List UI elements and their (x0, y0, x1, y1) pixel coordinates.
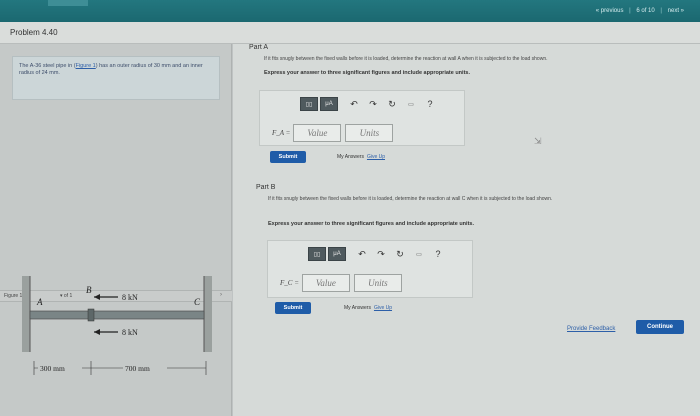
part-b-my-answers[interactable]: My Answers (344, 305, 371, 311)
wall-a (22, 276, 30, 352)
part-a-instruction: Express your answer to three significant… (264, 70, 470, 76)
answer-panel: Part A If it fits snugly between the fix… (233, 44, 700, 416)
next-link[interactable]: next » (668, 8, 684, 14)
part-a-answer-links: My Answers Give Up (337, 154, 385, 160)
continue-button[interactable]: Continue (636, 320, 684, 334)
part-a-variable: F_A = (272, 129, 291, 137)
part-a-label: Part A (249, 44, 269, 51)
keyboard-icon[interactable]: ▭ (406, 101, 416, 108)
part-b-answer-links: My Answers Give Up (344, 305, 392, 311)
redo-icon-b[interactable]: ↷ (376, 249, 386, 260)
title-bar: Problem 4.40 (0, 22, 700, 44)
problem-statement: The A-36 steel pipe in (Figure 1) has an… (19, 63, 215, 77)
collar-b (87, 308, 95, 322)
label-a: A (36, 297, 43, 307)
figure-link[interactable]: Figure 1 (76, 63, 96, 69)
part-b-input-row: F_C = Value Units (280, 274, 402, 292)
part-a-value-input[interactable]: Value (293, 124, 342, 142)
units-button-b[interactable]: μA (328, 247, 346, 261)
dim-left-label: 300 mm (40, 364, 65, 373)
header-tab[interactable] (48, 0, 88, 6)
part-a-input-row: F_A = Value Units (272, 124, 394, 142)
part-b-label: Part B (256, 184, 276, 191)
part-b-give-up[interactable]: Give Up (374, 305, 392, 311)
undo-icon-b[interactable]: ↶ (357, 249, 367, 260)
part-a-answer-box: ▯▯ μA ↶ ↷ ↻ ▭ ? F_A = Value Units (259, 90, 465, 146)
top-bar: « previous | 6 of 10 | next » (0, 0, 700, 22)
problem-counter: 6 of 10 (636, 8, 655, 14)
part-b-question: If it fits snugly between the fixed wall… (268, 196, 553, 202)
nav-separator: | (629, 8, 631, 14)
part-b-submit-button[interactable]: Submit (275, 302, 311, 314)
part-b-variable: F_C = (280, 279, 299, 287)
help-icon[interactable]: ? (425, 99, 435, 109)
part-b-toolbar: ▯▯ μA ↶ ↷ ↻ ▭ ? (308, 245, 443, 263)
problem-title: Problem 4.40 (10, 28, 58, 37)
wall-c (204, 276, 212, 352)
force-top-arrowhead (94, 294, 100, 300)
provide-feedback-link[interactable]: Provide Feedback (567, 326, 615, 332)
template-button[interactable]: ▯▯ (300, 97, 318, 111)
part-b-instruction: Express your answer to three significant… (268, 221, 474, 227)
keyboard-icon-b[interactable]: ▭ (414, 251, 424, 258)
part-a-submit-button[interactable]: Submit (270, 151, 306, 163)
force-bottom-arrowhead (94, 329, 100, 335)
problem-navigation: « previous | 6 of 10 | next » (592, 8, 684, 14)
problem-text-start: The A-36 steel pipe in ( (19, 63, 76, 69)
help-icon-b[interactable]: ? (433, 249, 443, 259)
force-bottom-label: 8 kN (122, 328, 138, 337)
part-a-my-answers[interactable]: My Answers (337, 154, 364, 160)
part-b-units-input[interactable]: Units (353, 274, 402, 292)
template-button-b[interactable]: ▯▯ (308, 247, 326, 261)
part-b-answer-box: ▯▯ μA ↶ ↷ ↻ ▭ ? F_C = Value Units (267, 240, 473, 298)
mouse-cursor-icon: ⇲ (534, 136, 542, 146)
force-top-label: 8 kN (122, 293, 138, 302)
reset-icon[interactable]: ↻ (387, 99, 397, 110)
part-b-value-input[interactable]: Value (301, 274, 350, 292)
part-a-units-input[interactable]: Units (345, 124, 394, 142)
label-c: C (194, 297, 201, 307)
pipe-figure: A B C 8 kN 8 kN 300 mm 700 mm (22, 276, 212, 375)
previous-link[interactable]: « previous (596, 8, 624, 14)
label-b: B (86, 285, 92, 295)
part-a-toolbar: ▯▯ μA ↶ ↷ ↻ ▭ ? (300, 95, 435, 113)
part-a-question: If it fits snugly between the fixed wall… (264, 56, 548, 62)
redo-icon[interactable]: ↷ (368, 99, 378, 110)
reset-icon-b[interactable]: ↻ (395, 249, 405, 260)
steel-pipe (29, 310, 205, 320)
problem-statement-box: The A-36 steel pipe in (Figure 1) has an… (12, 56, 220, 100)
units-button[interactable]: μA (320, 97, 338, 111)
dim-right-label: 700 mm (125, 364, 150, 373)
part-a-give-up[interactable]: Give Up (367, 154, 385, 160)
undo-icon[interactable]: ↶ (349, 99, 359, 110)
nav-separator-2: | (660, 8, 662, 14)
